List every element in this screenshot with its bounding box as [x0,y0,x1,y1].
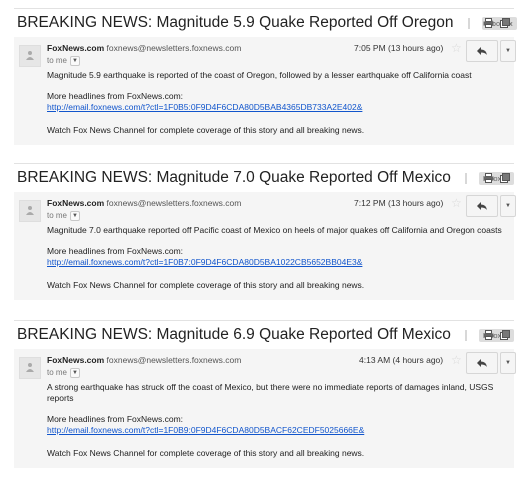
timestamp: 7:05 PM (13 hours ago) [354,43,444,53]
sender-email: foxnews@newsletters.foxnews.com [106,43,242,53]
watch-text: Watch Fox News Channel for complete cove… [47,448,365,458]
print-icon[interactable] [483,173,494,183]
email-subject: BREAKING NEWS: Magnitude 5.9 Quake Repor… [17,14,454,31]
reply-icon [477,47,487,55]
more-options-button[interactable]: ▼ [500,40,516,62]
message: FoxNews.com foxnews@newsletters.foxnews.… [14,37,516,145]
more-headlines-text: More headlines from FoxNews.com: [47,246,184,256]
to-line: to me ▼ [47,210,507,222]
email-subject: BREAKING NEWS: Magnitude 6.9 Quake Repor… [17,326,451,343]
reply-button[interactable] [466,352,498,374]
show-details-chevron-icon[interactable]: ▼ [70,368,81,378]
reply-button[interactable] [466,195,498,217]
watch-text: Watch Fox News Channel for complete cove… [47,125,365,135]
headline-link[interactable]: http://email.foxnews.com/t?ctl=1F0B9:0F9… [47,425,507,436]
email-thread: BREAKING NEWS: Magnitude 5.9 Quake Repor… [14,8,517,145]
email-thread: BREAKING NEWS: Magnitude 7.0 Quake Repor… [14,163,516,300]
more-headlines-text: More headlines from FoxNews.com: [47,414,184,424]
email-body: A strong earthquake has struck off the c… [47,382,494,403]
new-window-icon[interactable] [500,18,510,28]
subject-row: BREAKING NEWS: Magnitude 7.0 Quake Repor… [14,164,515,192]
print-icon[interactable] [483,330,494,340]
star-icon[interactable]: ☆ [451,353,462,367]
message: FoxNews.com foxnews@newsletters.foxnews.… [14,349,516,468]
to-line: to me ▼ [47,367,507,379]
to-line: to me ▼ [47,55,507,67]
sender-name[interactable]: FoxNews.com [47,43,104,53]
avatar-icon [19,357,41,379]
watch-text: Watch Fox News Channel for complete cove… [47,280,365,290]
sender-name[interactable]: FoxNews.com [47,198,104,208]
subject-row: BREAKING NEWS: Magnitude 6.9 Quake Repor… [14,321,515,349]
sender-email: foxnews@newsletters.foxnews.com [106,198,242,208]
important-marker-icon[interactable] [467,17,470,29]
reply-button[interactable] [466,40,498,62]
email-subject: BREAKING NEWS: Magnitude 7.0 Quake Repor… [17,169,451,186]
email-thread: BREAKING NEWS: Magnitude 6.9 Quake Repor… [14,320,516,468]
message: FoxNews.com foxnews@newsletters.foxnews.… [14,192,516,300]
email-body: Magnitude 5.9 earthquake is reported of … [47,70,472,80]
important-marker-icon[interactable] [464,172,467,184]
timestamp: 7:12 PM (13 hours ago) [354,198,444,208]
headline-link[interactable]: http://email.foxnews.com/t?ctl=1F0B5:0F9… [47,102,507,113]
important-marker-icon[interactable] [464,329,467,341]
print-icon[interactable] [483,18,494,28]
new-window-icon[interactable] [500,173,510,183]
reply-icon [477,359,487,367]
email-body: Magnitude 7.0 earthquake reported off Pa… [47,225,502,235]
headline-link[interactable]: http://email.foxnews.com/t?ctl=1F0B7:0F9… [47,257,507,268]
subject-row: BREAKING NEWS: Magnitude 5.9 Quake Repor… [14,9,517,37]
show-details-chevron-icon[interactable]: ▼ [70,56,81,66]
avatar-icon [19,45,41,67]
avatar-icon [19,200,41,222]
star-icon[interactable]: ☆ [451,196,462,210]
sender-email: foxnews@newsletters.foxnews.com [106,355,242,365]
star-icon[interactable]: ☆ [451,41,462,55]
sender-name[interactable]: FoxNews.com [47,355,104,365]
timestamp: 4:13 AM (4 hours ago) [359,355,444,365]
show-details-chevron-icon[interactable]: ▼ [70,211,81,221]
more-headlines-text: More headlines from FoxNews.com: [47,91,184,101]
more-options-button[interactable]: ▼ [500,195,516,217]
reply-icon [477,202,487,210]
new-window-icon[interactable] [500,330,510,340]
more-options-button[interactable]: ▼ [500,352,516,374]
